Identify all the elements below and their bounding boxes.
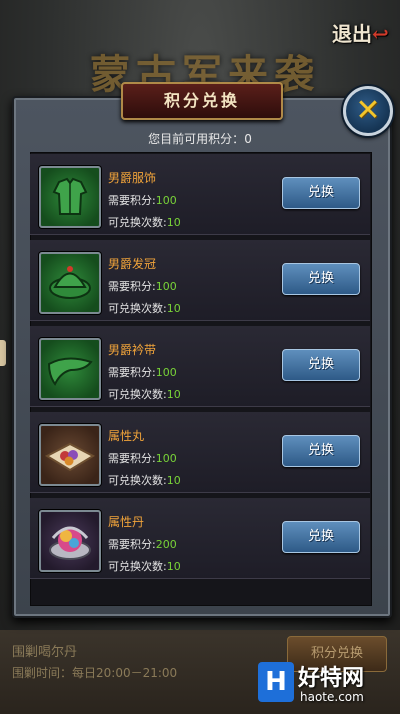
elixir-orb-icon — [39, 510, 101, 572]
sash-icon — [39, 338, 101, 400]
exchange-item: 男爵服饰 需要积分:100 可兑换次数:10 兑换 — [30, 154, 370, 235]
watermark-name: 好特网 — [298, 666, 365, 691]
times-label: 可兑换次数: — [108, 388, 167, 401]
points-value: 0 — [244, 132, 252, 146]
item-cost: 需要积分:100 — [108, 364, 177, 380]
times-value: 10 — [166, 216, 181, 229]
pill-tray-icon — [39, 424, 101, 486]
hat-icon — [39, 252, 101, 314]
cost-value: 100 — [155, 280, 177, 293]
item-cost: 需要积分:100 — [108, 192, 177, 208]
exchange-button[interactable]: 兑换 — [282, 435, 360, 467]
available-points: 您目前可用积分：0 — [0, 130, 400, 147]
item-cost: 需要积分:100 — [108, 278, 177, 294]
times-value: 10 — [166, 474, 181, 487]
item-name: 男爵衿带 — [108, 343, 157, 357]
item-name: 属性丹 — [108, 515, 145, 529]
close-icon: ✕ — [355, 93, 381, 128]
item-name: 男爵服饰 — [108, 171, 157, 185]
times-value: 10 — [166, 388, 181, 401]
exchange-button[interactable]: 兑换 — [282, 263, 360, 295]
item-times: 可兑换次数:10 — [108, 300, 181, 316]
panel-title: 积分兑换 — [121, 82, 283, 120]
item-times: 可兑换次数:10 — [108, 472, 181, 488]
times-value: 10 — [166, 302, 181, 315]
item-times: 可兑换次数:10 — [108, 214, 181, 230]
exit-button[interactable]: 退出↩ — [332, 18, 390, 46]
item-cost: 需要积分:200 — [108, 536, 177, 552]
cost-label: 需要积分: — [108, 538, 156, 551]
site-watermark: H 好特网 haote.com — [258, 660, 396, 710]
points-label: 您目前可用积分： — [148, 132, 245, 146]
exchange-item: 属性丹 需要积分:200 可兑换次数:10 兑换 — [30, 498, 370, 579]
cost-value: 100 — [155, 452, 177, 465]
event-time: 围剿时间：每日20:00－21:00 — [12, 666, 178, 680]
close-button[interactable]: ✕ — [343, 86, 393, 136]
side-tab[interactable] — [0, 340, 6, 366]
item-name: 属性丸 — [108, 429, 145, 443]
item-name: 男爵发冠 — [108, 257, 157, 271]
item-times: 可兑换次数:10 — [108, 386, 181, 402]
cost-label: 需要积分: — [108, 194, 156, 207]
times-label: 可兑换次数: — [108, 474, 167, 487]
cost-label: 需要积分: — [108, 452, 156, 465]
cost-value: 100 — [155, 194, 177, 207]
watermark-logo: H — [258, 662, 294, 702]
exchange-button[interactable]: 兑换 — [282, 349, 360, 381]
cost-value: 200 — [155, 538, 177, 551]
times-value: 10 — [166, 560, 181, 573]
exchange-button[interactable]: 兑换 — [282, 177, 360, 209]
exit-label: 退出 — [332, 22, 372, 46]
cost-label: 需要积分: — [108, 280, 156, 293]
exit-arrow-icon: ↩ — [372, 22, 389, 46]
item-cost: 需要积分:100 — [108, 450, 177, 466]
times-label: 可兑换次数: — [108, 560, 167, 573]
times-label: 可兑换次数: — [108, 302, 167, 315]
item-times: 可兑换次数:10 — [108, 558, 181, 574]
exchange-item: 男爵发冠 需要积分:100 可兑换次数:10 兑换 — [30, 240, 370, 321]
cost-label: 需要积分: — [108, 366, 156, 379]
exchange-item: 属性丸 需要积分:100 可兑换次数:10 兑换 — [30, 412, 370, 493]
exchange-item: 男爵衿带 需要积分:100 可兑换次数:10 兑换 — [30, 326, 370, 407]
times-label: 可兑换次数: — [108, 216, 167, 229]
robe-icon — [39, 166, 101, 228]
event-title: 围剿喝尔丹 — [12, 645, 78, 660]
watermark-url: haote.com — [300, 690, 364, 704]
exchange-button[interactable]: 兑换 — [282, 521, 360, 553]
cost-value: 100 — [155, 366, 177, 379]
